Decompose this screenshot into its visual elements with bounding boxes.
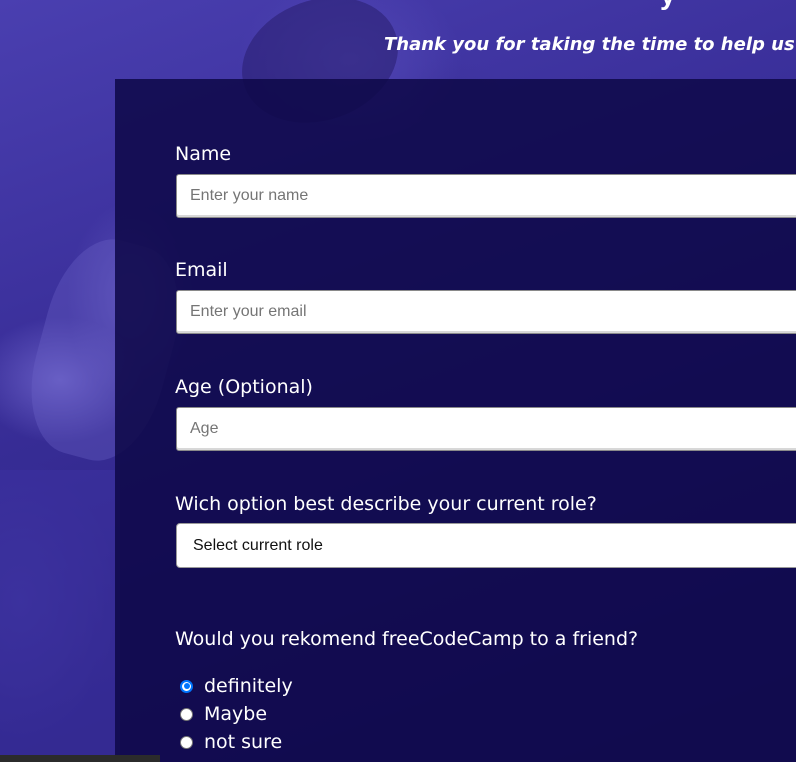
- radio-label: definitely: [204, 675, 293, 697]
- age-label: Age (Optional): [175, 376, 313, 398]
- radio-button[interactable]: [180, 735, 193, 749]
- horizontal-scrollbar[interactable]: [0, 755, 160, 762]
- role-label: Wich option best describe your current r…: [175, 493, 597, 515]
- role-select[interactable]: Select current role: [176, 523, 796, 568]
- recommend-option-maybe[interactable]: Maybe: [180, 702, 267, 726]
- role-select-value: Select current role: [193, 536, 323, 554]
- page-title-fragment: y: [660, 0, 676, 9]
- email-input[interactable]: [176, 290, 796, 334]
- recommend-label: Would you rekomend freeCodeCamp to a fri…: [175, 628, 639, 650]
- radio-button-checked[interactable]: [180, 679, 193, 693]
- name-label: Name: [175, 143, 232, 165]
- page-description: Thank you for taking the time to help us…: [384, 34, 796, 55]
- recommend-option-not-sure[interactable]: not sure: [180, 730, 282, 754]
- survey-page: y Thank you for taking the time to help …: [0, 0, 796, 762]
- radio-label: not sure: [204, 731, 283, 753]
- name-input[interactable]: [176, 174, 796, 218]
- radio-button[interactable]: [180, 707, 193, 721]
- email-label: Email: [175, 259, 228, 281]
- recommend-option-definitely[interactable]: definitely: [180, 674, 293, 698]
- age-input[interactable]: [176, 407, 796, 451]
- background-photo-detail: [0, 470, 120, 762]
- radio-label: Maybe: [204, 703, 268, 725]
